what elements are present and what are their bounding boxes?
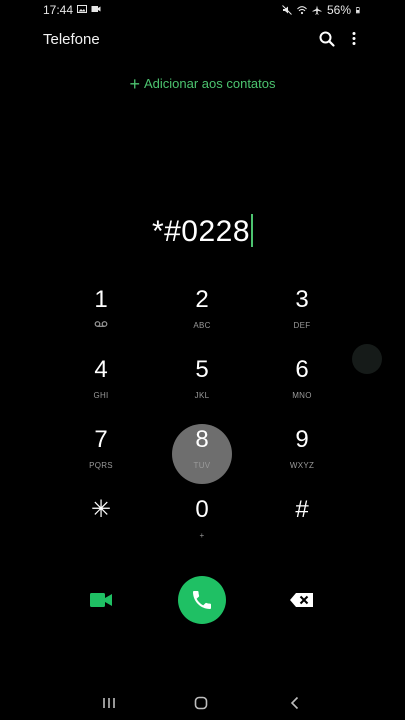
mute-icon	[282, 5, 292, 15]
key-3-digit: 3	[295, 286, 309, 313]
voicemail-icon	[94, 321, 108, 327]
key-5-digit: 5	[195, 356, 209, 383]
key-star-digit: ✳	[90, 496, 112, 523]
key-hash-digit: #	[295, 496, 309, 523]
key-4-digit: 4	[94, 356, 108, 383]
status-right-icons: 56%	[282, 3, 362, 17]
app-header: Telefone	[0, 24, 405, 56]
key-6-letters: MNO	[292, 391, 312, 400]
key-9-digit: 9	[295, 426, 309, 453]
key-8[interactable]: 8 TUV	[162, 426, 242, 490]
key-4-letters: GHI	[93, 391, 109, 400]
key-7[interactable]: 7 PQRS	[61, 426, 141, 490]
home-icon[interactable]	[193, 695, 209, 711]
battery-icon	[356, 7, 360, 14]
key-2-letters: ABC	[193, 321, 211, 330]
key-6-digit: 6	[295, 356, 309, 383]
key-4[interactable]: 4 GHI	[61, 356, 141, 420]
plus-icon: +	[129, 74, 140, 94]
dialed-number-field[interactable]: *#0228	[0, 214, 405, 249]
call-button[interactable]	[178, 576, 226, 624]
key-7-digit: 7	[94, 426, 108, 453]
image-icon	[77, 5, 87, 13]
key-1[interactable]: 1	[61, 286, 141, 350]
screen-record-icon	[91, 6, 101, 12]
key-7-letters: PQRS	[89, 461, 113, 470]
key-hash[interactable]: #	[262, 496, 342, 560]
key-star[interactable]: ✳	[61, 496, 141, 560]
search-icon[interactable]	[318, 30, 336, 48]
add-to-contacts-label: Adicionar aos contatos	[143, 76, 276, 91]
key-3[interactable]: 3 DEF	[262, 286, 342, 350]
key-5-letters: JKL	[194, 391, 210, 400]
key-8-digit: 8	[195, 426, 209, 453]
phone-icon	[193, 591, 211, 609]
key-5[interactable]: 5 JKL	[162, 356, 242, 420]
battery-percent: 56%	[326, 3, 351, 17]
wifi-icon	[297, 6, 307, 15]
key-9-letters: WXYZ	[289, 461, 315, 470]
key-0-letters: +	[199, 531, 205, 540]
key-0-digit: 0	[195, 496, 209, 523]
add-to-contacts-button[interactable]: + Adicionar aos contatos	[0, 74, 405, 95]
key-0[interactable]: 0 +	[162, 496, 242, 560]
more-vertical-icon[interactable]	[347, 30, 361, 48]
key-6[interactable]: 6 MNO	[262, 356, 342, 420]
key-1-digit: 1	[94, 286, 108, 313]
key-2[interactable]: 2 ABC	[162, 286, 242, 350]
video-call-icon[interactable]	[88, 588, 114, 612]
floating-shortcut-handle[interactable]	[352, 344, 382, 374]
recent-apps-icon[interactable]	[101, 695, 117, 711]
key-2-digit: 2	[195, 286, 209, 313]
key-9[interactable]: 9 WXYZ	[262, 426, 342, 490]
airplane-icon	[312, 5, 322, 15]
key-3-letters: DEF	[293, 321, 311, 330]
status-left-icons	[77, 4, 101, 14]
status-bar: 17:44 56%	[0, 0, 405, 20]
page-title: Telefone	[43, 31, 100, 48]
text-cursor	[251, 214, 254, 247]
status-time: 17:44	[43, 3, 74, 17]
dialed-number: *#0228	[151, 215, 251, 248]
backspace-icon[interactable]	[288, 590, 316, 610]
back-icon[interactable]	[287, 695, 303, 711]
key-8-letters: TUV	[193, 461, 211, 470]
